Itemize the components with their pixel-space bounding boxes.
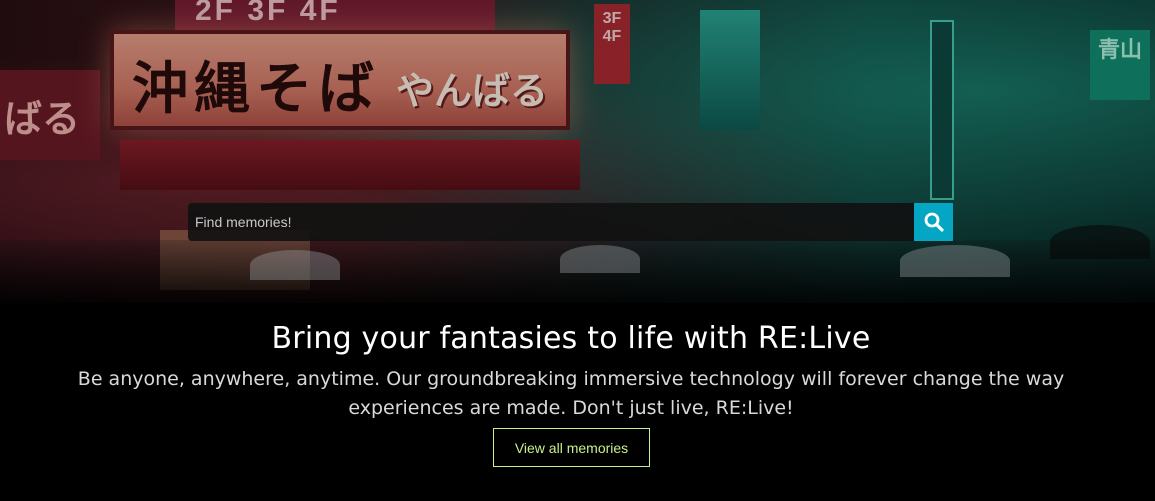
page-headline: Bring your fantasies to life with RE:Liv…: [271, 321, 871, 356]
search-input[interactable]: [188, 203, 914, 241]
memory-search-bar: [188, 203, 953, 241]
hero-banner-image: 2F 3F 4F ばる 沖縄そば やんばる 3F 4F 青山: [0, 0, 1155, 303]
page-tagline: Be anyone, anywhere, anytime. Our ground…: [77, 368, 1065, 419]
search-button[interactable]: [914, 203, 953, 241]
hero-dark-overlay: [0, 0, 1155, 303]
search-icon: [924, 212, 944, 232]
view-all-memories-button[interactable]: View all memories: [493, 428, 650, 467]
